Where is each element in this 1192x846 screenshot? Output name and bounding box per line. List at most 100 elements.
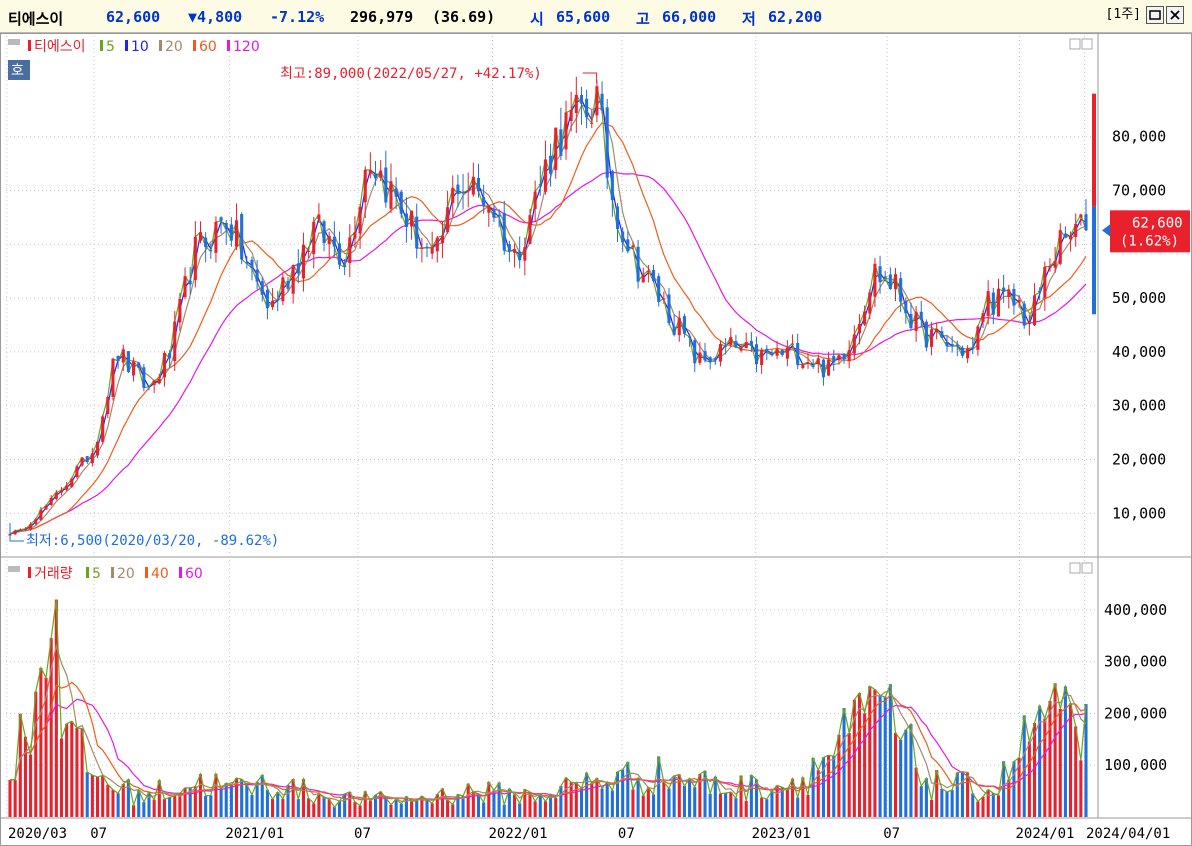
candle-body [1007,289,1011,297]
candle-body [497,214,501,217]
candle-body [821,359,825,378]
price-tick-label: 70,000 [1112,182,1166,200]
candle-body [85,456,89,462]
volume-bar [343,793,347,817]
candle-body [440,235,444,244]
legend-swatch [125,40,128,51]
candle-body [317,214,321,220]
pane-close-icon[interactable] [1081,562,1093,574]
pane-maximize-icon[interactable] [1069,38,1081,50]
candle-body [415,216,419,249]
price-tick-label: 40,000 [1112,343,1166,361]
candle-body [801,364,805,368]
candle-body [389,181,393,209]
candle-body [734,341,738,348]
volume-bar [271,798,275,817]
pane-maximize-icon[interactable] [1069,562,1081,574]
candle-body [132,361,136,376]
volume-bar [641,795,645,817]
volume-bar [981,796,985,817]
volume-bar [538,793,542,817]
volume-bar [667,788,671,817]
low-annotation: 최저:6,500(2020/03/20, -89.62%) [26,533,279,549]
candle-body [646,270,650,272]
legend-label: 20 [117,566,135,582]
pane-handle-icon[interactable] [8,39,20,45]
legend-swatch [28,40,31,51]
candle-body [13,530,17,535]
price-tick-label: 20,000 [1112,451,1166,469]
volume-bar [317,793,321,817]
candle-body [126,351,130,372]
xaxis-label: 2023/01 [752,826,811,842]
candle-body [265,289,269,309]
open-label: 시 [530,10,544,28]
candle-body [245,262,249,264]
volume-bar [533,801,537,817]
volume-bar [410,801,414,817]
close-icon[interactable] [1166,6,1184,24]
pane-close-icon[interactable] [1081,38,1093,50]
candle-body [209,250,213,252]
candle-body [451,187,455,204]
candle-body [250,259,254,269]
candle-body [688,336,692,338]
pane-handle-icon[interactable] [8,566,20,572]
volume-bar [1063,686,1067,817]
volume-tick-label: 300,000 [1104,653,1167,671]
candle-body [379,170,383,178]
candle [636,239,640,289]
legend-swatch [145,567,148,578]
candle-body [543,159,547,192]
xaxis-label: 07 [90,826,107,842]
period-button[interactable]: [1주] [1103,6,1144,24]
candle-body [219,217,223,221]
volume-bar [482,802,486,817]
volume-bar [425,799,429,817]
candle [1022,300,1026,329]
xaxis-label: 2021/01 [225,826,284,842]
candle-body [1058,230,1062,264]
volume-bar [914,767,918,817]
volume-bar [610,790,614,817]
volume-bar [765,799,769,817]
volume-bar [688,778,692,817]
volume-bar [945,791,949,817]
volume-bar [713,776,717,817]
volume-bar [827,755,831,817]
volume-bar [394,799,398,817]
candle-body [482,197,486,207]
restore-icon[interactable] [1146,6,1164,24]
candle-body [930,329,934,347]
legend-swatch [159,40,162,51]
volume-bar [451,804,455,817]
candle-body [173,321,177,362]
volume-bar [646,787,650,817]
volume-bar [404,796,408,817]
volume-bar [13,779,17,817]
volume-bar [281,798,285,817]
candle-body [827,359,831,376]
volume-bar [39,667,43,817]
candle-body [904,300,908,314]
candle-body [749,340,753,346]
volume-tick-label: 100,000 [1104,756,1167,774]
volume-ratio: (36.69) [432,8,496,26]
candle-body [523,247,527,261]
header-bar: 티에스이 62,600 ▼4,800 -7.12% 296,979 (36.69… [0,0,1192,33]
volume-bar [842,708,846,817]
volume-bar [991,793,995,817]
candle-body [75,466,79,477]
candle-body [873,263,877,297]
candle-body [626,239,630,252]
candle-body [281,277,285,302]
candle-body [1012,288,1016,306]
candle-body [373,174,378,179]
candle [70,477,74,488]
candle-body [538,184,542,186]
volume-bar [332,807,336,817]
volume-bar [116,793,120,817]
volume-bar [996,795,1001,817]
candle-body [729,337,733,345]
candle-body [198,232,203,241]
